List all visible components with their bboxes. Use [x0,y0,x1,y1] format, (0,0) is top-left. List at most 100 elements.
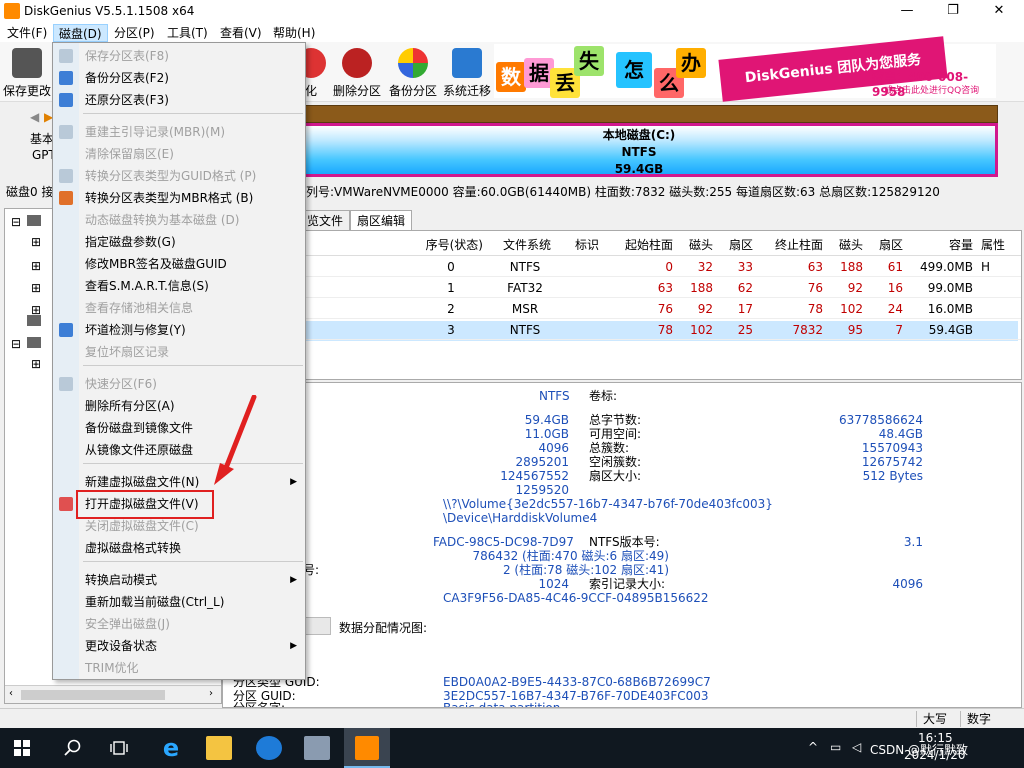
scroll-left-icon[interactable]: ‹ [9,688,13,699]
menu-item[interactable]: 转换启动模式 ▶ [53,569,305,591]
table-cell-ec: 78 [807,302,823,316]
col-header-attr[interactable]: 属性 [981,235,1011,255]
detail-value: 48.4GB [878,427,923,441]
search-icon[interactable] [64,739,82,757]
ad-banner[interactable]: 数 据 丢 失 怎 么 办 DiskGenius 团队为您服务 致电：400-0… [494,36,996,102]
detail-part-name-key: 分区名字: [233,701,285,707]
table-row[interactable]: 1 FAT32 63 188 62 76 92 16 99.0MB [223,278,1021,298]
ie-browser-icon[interactable]: e [158,736,184,760]
tree-expander-icon[interactable]: ⊟ [11,215,21,229]
menu-item[interactable]: 坏道检测与修复(Y) [53,319,305,341]
col-header-end-head[interactable]: 磁头 [829,235,863,255]
partition-block-size: 59.4GB [614,162,664,176]
menu-item[interactable]: 虚拟磁盘格式转换 [53,537,305,559]
maximize-button[interactable]: ❐ [930,0,976,22]
table-cell-es: 7 [895,323,903,337]
banner-char: 失 [574,46,604,76]
diskgenius-taskbar-button[interactable] [344,728,390,768]
table-row[interactable]: )2MSR769217781022416.0MB [223,299,1021,319]
title-bar: DiskGenius V5.5.1.1508 x64 — ❐ ✕ [0,0,1024,22]
prev-disk-arrow-icon[interactable]: ◀ [30,110,39,124]
table-cell-eh: 188 [840,260,863,274]
menu-item-label: 修改MBR签名及磁盘GUID [85,257,227,271]
task-view-icon[interactable] [110,740,128,756]
menu-item[interactable]: 修改MBR签名及磁盘GUID [53,253,305,275]
banner-char: 数 [496,62,526,92]
scroll-right-icon[interactable]: › [209,688,213,699]
col-header-index[interactable]: 序号(状态) [419,235,483,255]
col-header-start-sec[interactable]: 扇区 [719,235,753,255]
menu-item-icon [59,125,73,139]
col-header-start-cyl[interactable]: 起始柱面 [613,235,673,255]
windows-start-icon[interactable] [14,740,30,756]
tree-horizontal-scrollbar[interactable]: ‹ › [5,685,221,703]
tray-chevron-icon[interactable]: ^ [808,740,818,754]
col-header-id[interactable]: 标识 [565,235,599,255]
disk-menu-dropdown: 保存分区表(F8) 备份分区表(F2) 还原分区表(F3) 重建主引导记录(MBR)(… [52,42,306,680]
menu-item-label: 查看存储池相关信息 [85,301,194,315]
col-header-fs[interactable]: 文件系统 [499,235,551,255]
col-header-end-sec[interactable]: 扇区 [867,235,903,255]
clock-date[interactable]: 2024/1/20 [904,748,966,762]
file-explorer-icon[interactable] [206,736,232,760]
tab-sector-editor[interactable]: 扇区编辑 [350,210,413,230]
backup-partition-button[interactable]: 备份分区 [386,46,440,98]
table-cell-ss: 17 [737,302,753,316]
menu-bar: 文件(F) 磁盘(D) 分区(P) 工具(T) 查看(V) 帮助(H) [0,22,1024,42]
partition-block-c[interactable]: 本地磁盘(C:) NTFS 59.4GB [280,123,998,177]
detail-key: 总簇数: [589,441,630,455]
clock-time[interactable]: 16:15 [918,731,953,745]
menu-item: 快速分区(F6) [53,373,305,395]
scrollbar-thumb[interactable] [21,690,165,700]
delete-partition-button[interactable]: 删除分区 [330,46,384,98]
menu-tools[interactable]: 工具(T) [162,24,213,42]
menu-item[interactable]: 备份分区表(F2) [53,67,305,89]
menu-item-label: 坏道检测与修复(Y) [85,323,186,337]
menu-item[interactable]: 查看S.M.A.R.T.信息(S) [53,275,305,297]
volume-icon[interactable]: ◁ [852,740,861,754]
tree-expander-icon[interactable]: ⊞ [31,259,41,273]
menu-item-label: 保存分区表(F8) [85,49,169,63]
table-cell-fs: NTFS [509,260,541,274]
col-header-end-cyl[interactable]: 终止柱面 [757,235,823,255]
table-cell-size: 99.0MB [927,281,973,295]
menu-item[interactable]: 更改设备状态 ▶ [53,635,305,657]
detail-fs-value: NTFS [539,389,570,403]
col-header-size[interactable]: 容量 [909,235,973,255]
system-migration-button[interactable]: 系统迁移 [440,46,494,98]
sogou-browser-icon[interactable] [256,736,282,760]
close-button[interactable]: ✕ [976,0,1022,22]
tree-expander-icon[interactable]: ⊞ [31,235,41,249]
minimize-button[interactable]: — [884,0,930,22]
menu-item: 清除保留扇区(E) [53,143,305,165]
disk-info-text: 列号:VMWareNVME0000 容量:60.0GB(61440MB) 柱面数… [306,185,940,199]
menu-disk[interactable]: 磁盘(D) [53,24,108,42]
menu-help[interactable]: 帮助(H) [268,24,320,42]
menu-item-label: 从镜像文件还原磁盘 [85,443,194,457]
menu-item[interactable]: 还原分区表(F3) [53,89,305,111]
system-migration-label: 系统迁移 [442,84,491,98]
table-row[interactable]: 0 NTFS 0 32 33 63 188 61 499.0MB H [223,257,1021,277]
save-changes-button[interactable]: 保存更改 [0,46,54,98]
detail-value: 63778586624 [839,413,923,427]
tab-browse-files[interactable]: 览文件 [300,210,351,230]
table-cell-eh: 102 [840,302,863,316]
vm-app-icon[interactable] [304,736,330,760]
tree-expander-icon[interactable]: ⊞ [31,281,41,295]
menu-item-icon [59,93,73,107]
menu-item[interactable]: 转换分区表类型为MBR格式 (B) [53,187,305,209]
tree-expander-icon[interactable]: ⊟ [11,337,21,351]
tree-expander-icon[interactable]: ⊞ [31,357,41,371]
table-row[interactable]: 盘(C:)3NTFS7810225783295759.4GB [223,320,1021,340]
menu-item[interactable]: 重新加载当前磁盘(Ctrl_L) [53,591,305,613]
menu-view[interactable]: 查看(V) [215,24,267,42]
menu-file[interactable]: 文件(F) [2,24,52,42]
menu-partition[interactable]: 分区(P) [109,24,160,42]
caps-lock-indicator: 大写 [916,711,953,727]
menu-item-icon [59,71,73,85]
col-header-start-head[interactable]: 磁头 [681,235,713,255]
table-cell-eh: 92 [847,281,863,295]
network-icon[interactable]: ▭ [830,740,841,754]
menu-item[interactable]: 指定磁盘参数(G) [53,231,305,253]
windows-taskbar: e ^ ▭ ◁ CSDN @默行默致 16:15 2024/1/20 [0,728,1024,768]
